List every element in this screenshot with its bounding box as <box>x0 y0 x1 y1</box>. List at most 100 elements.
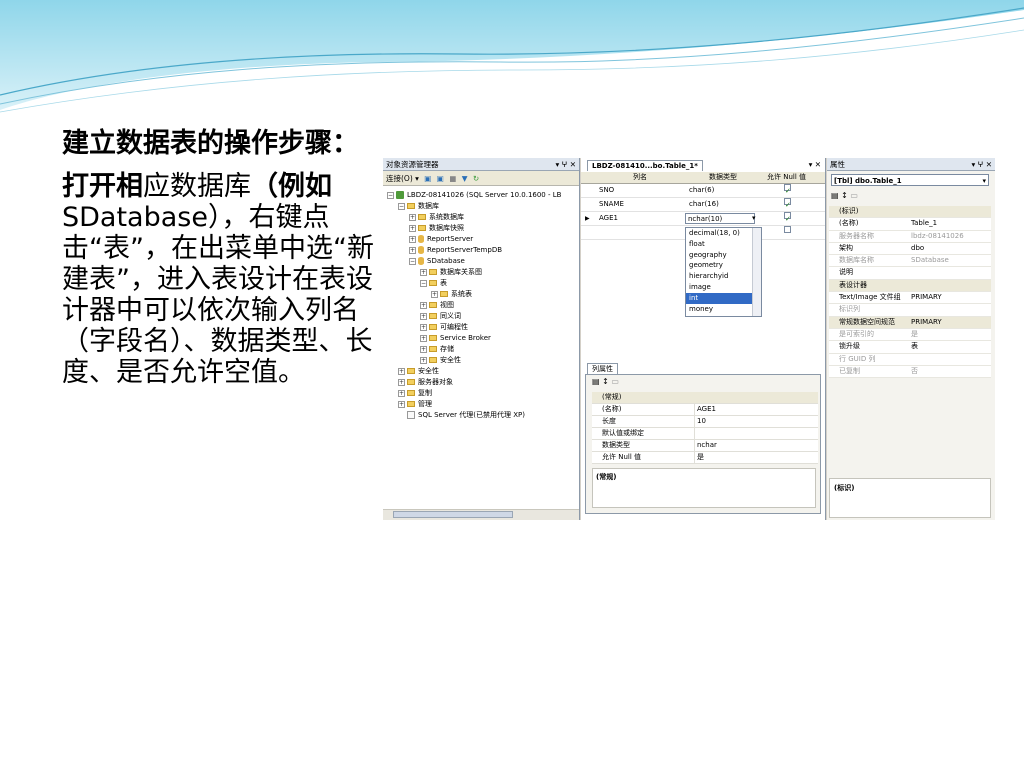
expand-icon[interactable]: + <box>409 224 416 232</box>
collapse-icon[interactable]: − <box>387 191 394 199</box>
data-type-option[interactable]: geometry <box>686 260 761 271</box>
expand-icon[interactable]: + <box>420 334 427 342</box>
property-row[interactable]: 标识列 <box>829 304 991 317</box>
expand-icon[interactable]: + <box>420 268 427 276</box>
tree-node[interactable]: − LBDZ-08141026 (SQL Server 10.0.1600 - L… <box>383 190 579 201</box>
categorized-icon[interactable]: ▤ <box>831 191 839 200</box>
tree-node[interactable]: + Service Broker <box>383 333 579 344</box>
refresh-icon[interactable]: ↻ <box>473 174 479 183</box>
tree-node[interactable]: + 数据库快照 <box>383 223 579 234</box>
tree-node[interactable]: − SDatabase <box>383 256 579 267</box>
column-name-cell[interactable]: SNO <box>599 184 614 197</box>
collapse-icon[interactable]: − <box>398 202 405 210</box>
connect-button[interactable]: 连接(O) ▾ <box>386 174 419 183</box>
column-grid-row[interactable]: SNAME char(16) ✓ <box>581 198 825 212</box>
property-row[interactable]: 服务器名称 lbdz-08141026 <box>829 230 991 243</box>
allow-null-checkbox[interactable]: ✓ <box>784 198 791 209</box>
property-row[interactable]: 行 GUID 列 <box>829 353 991 366</box>
data-type-dropdown-list[interactable]: decimal(18, 0) float geography geometry hier… <box>685 227 762 317</box>
property-row[interactable]: 说明 <box>829 267 991 280</box>
tree-node[interactable]: − 表 <box>383 278 579 289</box>
allow-null-checkbox[interactable]: ✓ <box>784 184 791 195</box>
properties-window-controls[interactable]: ▾ ⵖ ✕ <box>972 158 992 171</box>
tree-node[interactable]: + ReportServer <box>383 234 579 245</box>
tree-node[interactable]: + 同义词 <box>383 311 579 322</box>
tree-node[interactable]: + 视图 <box>383 300 579 311</box>
expand-icon[interactable]: + <box>398 378 405 386</box>
expand-icon[interactable]: + <box>409 246 416 254</box>
tree-node[interactable]: + 安全性 <box>383 366 579 377</box>
expand-icon[interactable]: + <box>398 367 405 375</box>
object-explorer-window-controls[interactable]: ▾ ⵖ ✕ <box>556 158 576 171</box>
tree-node[interactable]: + 系统数据库 <box>383 212 579 223</box>
property-value[interactable]: 否 <box>911 366 918 377</box>
expand-icon[interactable]: + <box>420 345 427 353</box>
data-type-option[interactable]: float <box>686 239 761 250</box>
property-row[interactable]: 长度 10 <box>592 416 818 428</box>
categorized-icon[interactable]: ▤ <box>592 377 600 386</box>
expand-icon[interactable]: + <box>420 323 427 331</box>
property-row[interactable]: 数据库名称 SDatabase <box>829 255 991 268</box>
alphabetical-icon[interactable]: ↕ <box>841 191 848 200</box>
property-pages-icon[interactable]: ▭ <box>850 191 858 200</box>
property-row[interactable]: 默认值或绑定 <box>592 428 818 440</box>
property-value[interactable]: AGE1 <box>694 404 716 415</box>
data-type-option[interactable]: image <box>686 282 761 293</box>
column-name-cell[interactable]: AGE1 <box>599 212 618 225</box>
data-type-option[interactable]: hierarchyid <box>686 271 761 282</box>
expand-icon[interactable]: + <box>409 213 416 221</box>
collapse-icon[interactable]: − <box>420 279 427 287</box>
dropdown-scrollbar[interactable] <box>752 228 761 316</box>
property-value[interactable]: 是 <box>694 452 704 463</box>
property-row[interactable]: 允许 Null 值 是 <box>592 452 818 464</box>
property-row[interactable]: 架构 dbo <box>829 242 991 256</box>
property-value[interactable]: PRIMARY <box>911 317 942 328</box>
alphabetical-icon[interactable]: ↕ <box>602 377 609 386</box>
property-row[interactable]: 数据类型 nchar <box>592 440 818 452</box>
expand-icon[interactable]: + <box>420 301 427 309</box>
filter-icon[interactable]: ▼ <box>462 174 468 183</box>
designer-window-controls[interactable]: ▾ ✕ <box>809 160 821 169</box>
allow-null-checkbox[interactable]: ✓ <box>784 212 791 223</box>
property-row[interactable]: 锁升级 表 <box>829 341 991 354</box>
expand-icon[interactable]: + <box>398 400 405 408</box>
chevron-down-icon[interactable]: ▾ <box>982 175 986 187</box>
tree-node[interactable]: + 系统表 <box>383 289 579 300</box>
column-name-cell[interactable]: SNAME <box>599 198 624 211</box>
property-pages-icon[interactable]: ▭ <box>611 377 619 386</box>
property-value[interactable] <box>694 428 697 439</box>
property-category[interactable]: 表设计器 <box>829 279 991 293</box>
data-type-combobox[interactable]: nchar(10) <box>685 213 755 224</box>
expand-icon[interactable]: + <box>420 356 427 364</box>
property-row[interactable]: 是可索引的 是 <box>829 328 991 342</box>
property-row[interactable]: 已复制 否 <box>829 365 991 379</box>
property-value[interactable]: PRIMARY <box>911 292 942 303</box>
tree-node[interactable]: + 复制 <box>383 388 579 399</box>
object-selector[interactable]: [Tbl] dbo.Table_1 ▾ <box>831 174 989 186</box>
property-row[interactable]: (名称) Table_1 <box>829 218 991 231</box>
expand-icon[interactable]: + <box>431 290 438 298</box>
column-properties-tab[interactable]: 列属性 <box>587 363 618 374</box>
expand-icon[interactable]: + <box>409 235 416 243</box>
property-value[interactable]: 是 <box>911 329 918 340</box>
tree-node[interactable]: + 服务器对象 <box>383 377 579 388</box>
data-type-option[interactable]: geography <box>686 250 761 261</box>
property-value[interactable]: Table_1 <box>911 218 937 229</box>
property-value[interactable]: SDatabase <box>911 255 949 266</box>
property-value[interactable]: nchar <box>694 440 717 451</box>
property-category[interactable]: 常规数据空间规范 PRIMARY <box>829 316 991 329</box>
collapse-icon[interactable]: − <box>409 257 416 265</box>
tree-node[interactable]: + 可编程性 <box>383 322 579 333</box>
allow-null-checkbox[interactable] <box>784 226 791 233</box>
tree-node[interactable]: − 数据库 <box>383 201 579 212</box>
column-grid-row[interactable]: SNO char(6) ✓ <box>581 184 825 198</box>
scrollbar-thumb[interactable] <box>393 511 513 518</box>
chevron-down-icon[interactable]: ▾ <box>752 212 756 225</box>
data-type-cell[interactable]: char(16) <box>689 198 719 211</box>
designer-tab[interactable]: LBDZ-081410...bo.Table_1* <box>587 160 703 171</box>
horizontal-scrollbar[interactable] <box>383 509 579 520</box>
tree-node[interactable]: + 存储 <box>383 344 579 355</box>
expand-icon[interactable]: + <box>398 389 405 397</box>
property-value[interactable]: 表 <box>911 341 918 352</box>
data-type-cell[interactable]: char(6) <box>689 184 714 197</box>
